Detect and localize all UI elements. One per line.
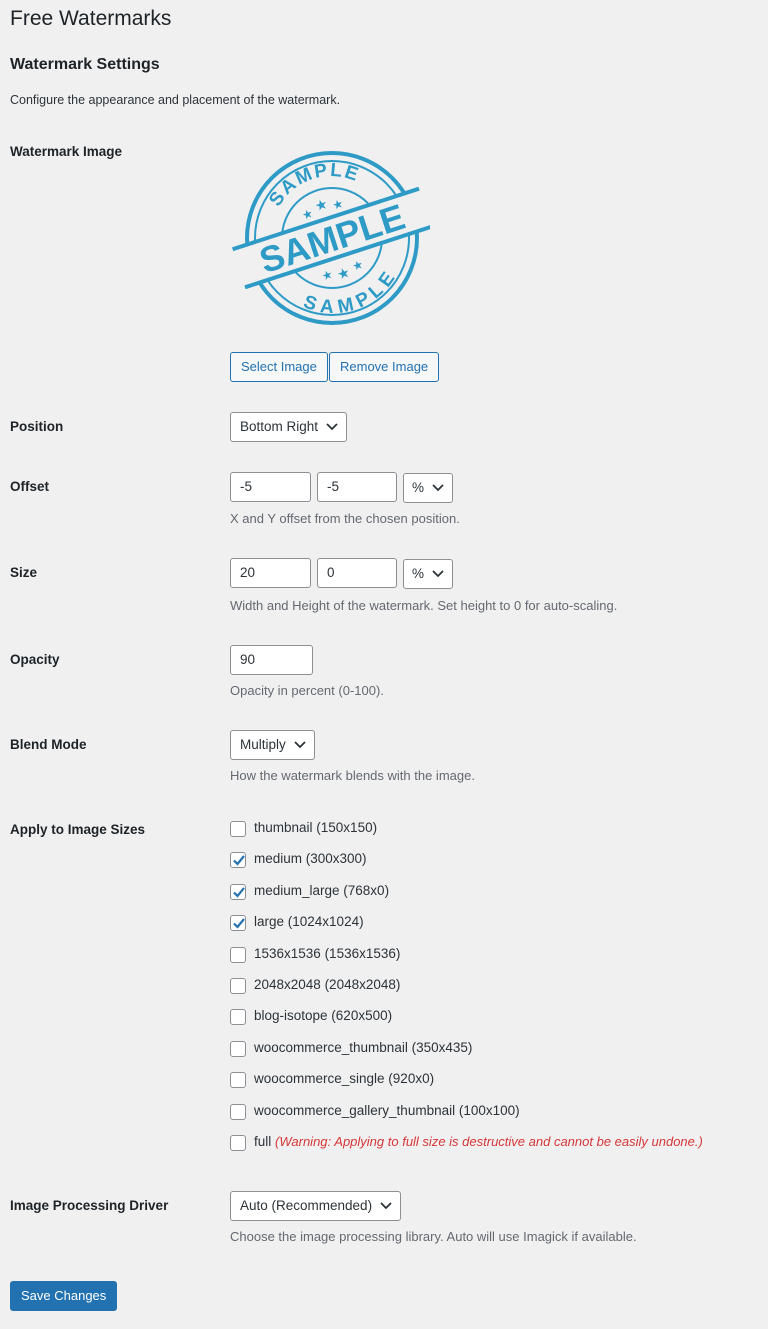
image-sizes-label: Apply to Image Sizes — [10, 822, 146, 837]
offset-x-input[interactable]: -5 — [230, 472, 311, 502]
full-size-warning: (Warning: Applying to full size is destr… — [275, 1134, 703, 1149]
offset-label: Offset — [10, 479, 50, 494]
blend-mode-select[interactable]: Multiply — [230, 730, 315, 760]
svg-text:★: ★ — [331, 196, 346, 213]
image-size-checkbox[interactable] — [230, 1072, 246, 1088]
image-size-label-text: medium_large (768x0) — [254, 883, 390, 898]
image-size-label[interactable]: 1536x1536 (1536x1536) — [254, 946, 400, 961]
image-size-label[interactable]: thumbnail (150x150) — [254, 820, 377, 835]
size-label: Size — [10, 565, 38, 580]
stamp-text-bottom: SAMPLE — [296, 263, 407, 331]
image-size-checkbox[interactable] — [230, 1009, 246, 1025]
chevron-down-icon — [326, 423, 338, 431]
size-height-input[interactable]: 0 — [317, 558, 397, 588]
page-title: Free Watermarks — [10, 7, 172, 30]
checkmark-icon — [233, 887, 245, 898]
image-size-checkbox[interactable] — [230, 915, 246, 931]
watermark-image-preview: SAMPLE SAMPLE SAMPLE ★ ★ ★ ★ ★ ★ — [231, 148, 433, 331]
size-unit-select[interactable]: % — [403, 559, 454, 589]
image-size-label-text: thumbnail (150x150) — [254, 820, 378, 835]
size-width-input[interactable]: 20 — [230, 558, 311, 588]
svg-text:★: ★ — [313, 196, 330, 215]
svg-text:★: ★ — [320, 267, 335, 284]
image-size-checkbox[interactable] — [230, 1135, 246, 1151]
image-size-label-text: woocommerce_gallery_thumbnail (100x100) — [254, 1103, 520, 1118]
image-size-label[interactable]: 2048x2048 (2048x2048) — [254, 977, 400, 992]
image-size-label-text: large (1024x1024) — [254, 914, 364, 929]
image-size-checkbox[interactable] — [230, 1104, 246, 1120]
svg-text:SAMPLE: SAMPLE — [296, 263, 407, 326]
image-size-label[interactable]: large (1024x1024) — [254, 914, 364, 929]
chevron-down-icon — [432, 484, 444, 492]
section-intro: Configure the appearance and placement o… — [10, 93, 341, 107]
image-size-checkbox[interactable] — [230, 1041, 246, 1057]
image-size-label-text: 2048x2048 (2048x2048) — [254, 977, 401, 992]
chevron-down-icon — [380, 1202, 392, 1210]
image-size-label[interactable]: blog-isotope (620x500) — [254, 1008, 392, 1023]
stamp-text-center: SAMPLE — [254, 196, 409, 281]
image-size-label[interactable]: medium (300x300) — [254, 851, 367, 866]
driver-label: Image Processing Driver — [10, 1198, 169, 1213]
position-label: Position — [10, 419, 64, 434]
driver-select-value: Auto (Recommended) — [240, 1198, 373, 1213]
image-size-checkbox[interactable] — [230, 978, 246, 994]
driver-description: Choose the image processing library. Aut… — [230, 1229, 637, 1244]
offset-y-input[interactable]: -5 — [317, 472, 397, 502]
image-size-label[interactable]: full (Warning: Applying to full size is … — [254, 1134, 703, 1149]
image-size-label-text: 1536x1536 (1536x1536) — [254, 946, 401, 961]
offset-unit-value: % — [412, 480, 425, 495]
offset-unit-select[interactable]: % — [403, 473, 454, 503]
checkmark-icon — [233, 855, 245, 866]
remove-image-button[interactable]: Remove Image — [329, 352, 440, 382]
svg-text:★: ★ — [300, 206, 315, 223]
opacity-description: Opacity in percent (0-100). — [230, 683, 384, 698]
section-title: Watermark Settings — [10, 56, 160, 73]
select-image-button[interactable]: Select Image — [230, 352, 328, 382]
chevron-down-icon — [294, 741, 306, 749]
size-description: Width and Height of the watermark. Set h… — [230, 598, 618, 613]
image-size-checkbox[interactable] — [230, 947, 246, 963]
image-size-label[interactable]: medium_large (768x0) — [254, 883, 389, 898]
image-size-checkbox[interactable] — [230, 852, 246, 868]
save-changes-button[interactable]: Save Changes — [10, 1281, 118, 1311]
blend-mode-description: How the watermark blends with the image. — [230, 768, 475, 783]
chevron-down-icon — [432, 570, 444, 578]
watermark-image-label: Watermark Image — [10, 144, 123, 159]
offset-description: X and Y offset from the chosen position. — [230, 511, 460, 526]
image-size-label[interactable]: woocommerce_gallery_thumbnail (100x100) — [254, 1103, 520, 1118]
svg-text:★: ★ — [350, 257, 365, 274]
opacity-label: Opacity — [10, 652, 60, 667]
image-size-label-text: full — [254, 1134, 272, 1149]
position-select[interactable]: Bottom Right — [230, 412, 348, 442]
sample-stamp-image: SAMPLE SAMPLE SAMPLE ★★ ★ ★ ★★ — [231, 148, 433, 331]
svg-text:★: ★ — [335, 265, 352, 284]
driver-select[interactable]: Auto (Recommended) — [230, 1191, 402, 1221]
image-size-label-text: medium (300x300) — [254, 851, 367, 866]
position-select-value: Bottom Right — [240, 419, 319, 434]
image-size-label[interactable]: woocommerce_thumbnail (350x435) — [254, 1040, 472, 1055]
image-size-label-text: woocommerce_single (920x0) — [254, 1071, 435, 1086]
blend-mode-value: Multiply — [240, 737, 286, 752]
image-size-label[interactable]: woocommerce_single (920x0) — [254, 1071, 434, 1086]
image-size-label-text: woocommerce_thumbnail (350x435) — [254, 1040, 473, 1055]
checkmark-icon — [233, 918, 245, 929]
size-unit-value: % — [412, 566, 425, 581]
image-size-label-text: blog-isotope (620x500) — [254, 1008, 393, 1023]
image-size-checkbox[interactable] — [230, 884, 246, 900]
opacity-input[interactable]: 90 — [230, 645, 313, 675]
blend-mode-label: Blend Mode — [10, 737, 87, 752]
image-size-checkbox[interactable] — [230, 821, 246, 837]
